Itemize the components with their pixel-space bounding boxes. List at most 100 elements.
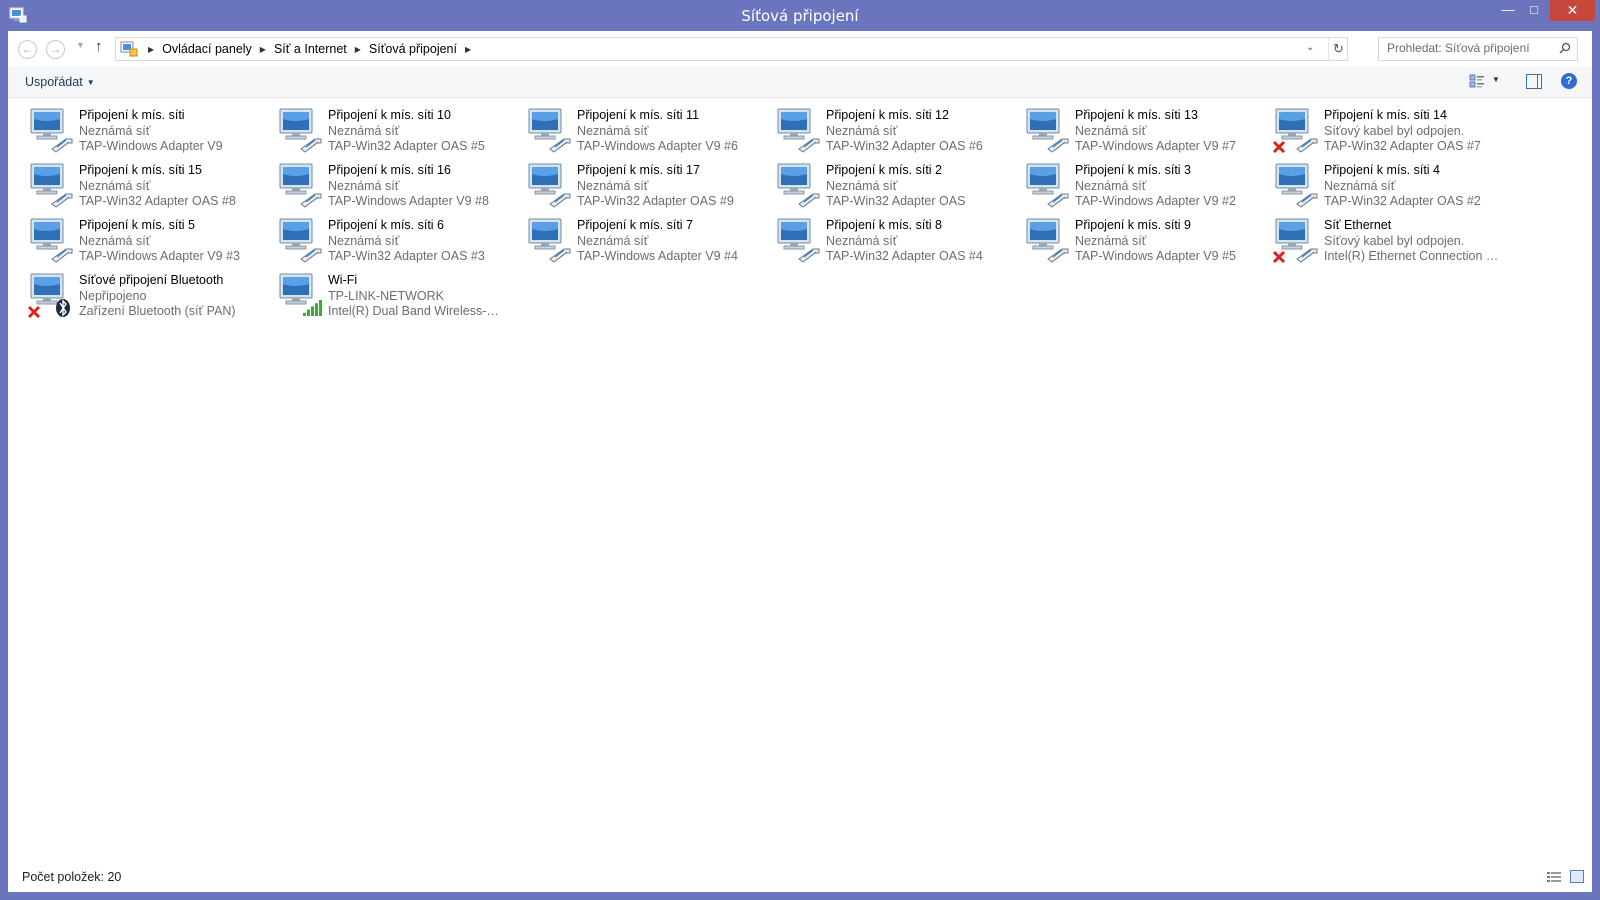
- refresh-button[interactable]: ↻: [1328, 38, 1348, 60]
- chevron-right-icon[interactable]: ▶: [144, 45, 158, 54]
- network-adapter-icon: [279, 163, 322, 208]
- breadcrumb-control-panel[interactable]: Ovládací panely: [158, 42, 256, 56]
- chevron-down-icon: ▼: [76, 40, 85, 50]
- disconnected-x-icon: [1272, 250, 1286, 263]
- connection-item[interactable]: Připojení k mís. síti 2 Neznámá síť TAP-…: [757, 156, 1006, 208]
- close-icon: ✕: [1566, 2, 1579, 18]
- maximize-icon: □: [1530, 2, 1538, 17]
- window-title: Síťová připojení: [741, 7, 859, 25]
- connection-name: Připojení k mís. síti 3: [1075, 163, 1192, 177]
- back-arrow-icon: ←: [21, 42, 34, 56]
- connection-device: TAP-Win32 Adapter OAS #3: [328, 249, 485, 263]
- connection-device: Zařízení Bluetooth (síť PAN): [79, 304, 236, 318]
- network-adapter-icon: [528, 108, 571, 153]
- connection-status: Neznámá síť: [577, 178, 649, 193]
- connection-device: TAP-Win32 Adapter OAS #7: [1324, 139, 1481, 153]
- connection-name: Síť Ethernet: [1324, 218, 1392, 232]
- connection-text: Připojení k mís. síti 14 Síťový kabel by…: [1324, 108, 1499, 155]
- connection-item[interactable]: Připojení k mís. síti 13 Neznámá síť TAP…: [1006, 101, 1255, 153]
- ethernet-cable-icon: [300, 248, 322, 263]
- recent-locations-button[interactable]: ▼: [76, 40, 85, 50]
- connection-status: Neznámá síť: [328, 233, 400, 248]
- connection-name: Síťové připojení Bluetooth: [79, 273, 224, 287]
- connection-status: Neznámá síť: [1075, 178, 1147, 193]
- connection-device: TAP-Windows Adapter V9 #8: [328, 194, 489, 208]
- chevron-right-icon[interactable]: ▶: [461, 45, 475, 54]
- connection-item[interactable]: Připojení k mís. síti 6 Neznámá síť TAP-…: [259, 211, 508, 263]
- connection-item[interactable]: Připojení k mís. síti 16 Neznámá síť TAP…: [259, 156, 508, 208]
- ethernet-cable-icon: [51, 248, 73, 263]
- title-bar[interactable]: Síťová připojení — □ ✕: [0, 0, 1600, 31]
- connection-item[interactable]: Wi-Fi TP-LINK-NETWORK Intel(R) Dual Band…: [259, 266, 508, 318]
- close-button[interactable]: ✕: [1550, 0, 1595, 21]
- change-view-icon[interactable]: [1469, 74, 1485, 88]
- wifi-adapter-icon: [279, 273, 322, 316]
- connection-item[interactable]: Připojení k mís. síti 15 Neznámá síť TAP…: [10, 156, 259, 208]
- search-icon: [1559, 42, 1571, 54]
- view-options-button[interactable]: ▼: [1492, 75, 1500, 84]
- preview-pane-icon[interactable]: [1526, 74, 1542, 89]
- connection-item[interactable]: Připojení k mís. síti 9 Neznámá síť TAP-…: [1006, 211, 1255, 263]
- forward-button[interactable]: →: [46, 40, 65, 59]
- breadcrumb: ▶ Ovládací panely ▶ Síť a Internet ▶ Síť…: [144, 42, 475, 56]
- connection-name: Připojení k mís. síti 6: [328, 218, 445, 232]
- help-icon[interactable]: ?: [1561, 73, 1577, 89]
- network-adapter-icon: [777, 163, 820, 208]
- search-input[interactable]: [1387, 41, 1552, 55]
- connection-text: Připojení k mís. síti 3 Neznámá síť TAP-…: [1075, 163, 1250, 210]
- connection-item[interactable]: Připojení k mís. síti 8 Neznámá síť TAP-…: [757, 211, 1006, 263]
- ethernet-cable-icon: [1047, 248, 1069, 263]
- connection-item[interactable]: Připojení k mís. síti 7 Neznámá síť TAP-…: [508, 211, 757, 263]
- large-icons-view-icon[interactable]: [1570, 870, 1584, 883]
- details-view-icon[interactable]: [1547, 871, 1561, 883]
- connection-name: Wi-Fi: [328, 273, 358, 287]
- connection-name: Připojení k mís. síti 5: [79, 218, 196, 232]
- connection-name: Připojení k mís. síti 8: [826, 218, 943, 232]
- address-history-button[interactable]: ⌄: [1306, 42, 1314, 53]
- connection-device: TAP-Windows Adapter V9 #4: [577, 249, 738, 263]
- connection-status: Neznámá síť: [826, 178, 898, 193]
- breadcrumb-network-internet[interactable]: Síť a Internet: [270, 42, 351, 56]
- connection-status: TP-LINK-NETWORK: [328, 288, 444, 303]
- organize-menu-button[interactable]: Uspořádat ▼: [25, 75, 95, 89]
- back-button[interactable]: ←: [18, 40, 37, 59]
- window-content: ← → ▼ ↑ ▶ Ovládací panely ▶ Síť a Intern…: [8, 31, 1592, 892]
- connection-name: Připojení k mís. síti 10: [328, 108, 451, 122]
- connection-item[interactable]: Připojení k mís. síti 10 Neznámá síť TAP…: [259, 101, 508, 153]
- connection-name: Připojení k mís. síti 2: [826, 163, 943, 177]
- disconnected-x-icon: [27, 305, 41, 318]
- connection-name: Připojení k mís. síti 4: [1324, 163, 1441, 177]
- connection-text: Připojení k mís. síti 12 Neznámá síť TAP…: [826, 108, 1001, 155]
- connection-item[interactable]: Připojení k mís. síti 4 Neznámá síť TAP-…: [1255, 156, 1504, 208]
- connection-status: Neznámá síť: [1324, 178, 1396, 193]
- connection-device: TAP-Windows Adapter V9 #7: [1075, 139, 1236, 153]
- chevron-right-icon[interactable]: ▶: [256, 45, 270, 54]
- connection-item[interactable]: Síťové připojení Bluetooth Nepřipojeno Z…: [10, 266, 259, 318]
- connection-status: Neznámá síť: [1075, 123, 1147, 138]
- search-box[interactable]: [1378, 37, 1578, 61]
- connection-item[interactable]: Připojení k mís. síti 11 Neznámá síť TAP…: [508, 101, 757, 153]
- up-button[interactable]: ↑: [95, 38, 103, 55]
- connection-item[interactable]: Síť Ethernet Síťový kabel byl odpojen. I…: [1255, 211, 1504, 263]
- connection-text: Připojení k mís. síti 4 Neznámá síť TAP-…: [1324, 163, 1499, 210]
- connection-item[interactable]: Připojení k mís. síti 5 Neznámá síť TAP-…: [10, 211, 259, 263]
- connection-item[interactable]: Připojení k mís. síti 3 Neznámá síť TAP-…: [1006, 156, 1255, 208]
- connection-item[interactable]: Připojení k mís. síti 12 Neznámá síť TAP…: [757, 101, 1006, 153]
- network-adapter-icon: [30, 108, 73, 153]
- connection-device: TAP-Win32 Adapter OAS #5: [328, 139, 485, 153]
- connection-device: TAP-Win32 Adapter OAS #8: [79, 194, 236, 208]
- address-bar[interactable]: ▶ Ovládací panely ▶ Síť a Internet ▶ Síť…: [115, 37, 1348, 61]
- chevron-right-icon[interactable]: ▶: [351, 45, 365, 54]
- network-adapter-icon: [30, 218, 73, 263]
- bluetooth-icon: [56, 299, 70, 317]
- connection-item[interactable]: Připojení k mís. síti Neznámá síť TAP-Wi…: [10, 101, 259, 153]
- maximize-button[interactable]: □: [1523, 0, 1545, 21]
- connection-device: TAP-Win32 Adapter OAS #9: [577, 194, 734, 208]
- connection-item[interactable]: Připojení k mís. síti 14 Síťový kabel by…: [1255, 101, 1504, 153]
- breadcrumb-network-connections[interactable]: Síťová připojení: [365, 42, 461, 56]
- minimize-button[interactable]: —: [1497, 0, 1519, 21]
- control-panel-icon: [120, 41, 138, 57]
- network-adapter-icon: [1026, 163, 1069, 208]
- ethernet-cable-icon: [798, 248, 820, 263]
- connection-item[interactable]: Připojení k mís. síti 17 Neznámá síť TAP…: [508, 156, 757, 208]
